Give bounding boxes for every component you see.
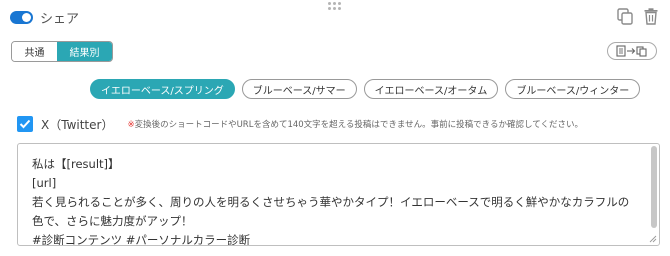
result-tabs: イエローベース/スプリング ブルーベース/サマー イエローベース/オータム ブル… [90, 79, 641, 99]
segment-by-result[interactable]: 結果別 [57, 42, 112, 61]
note-mark: ※ [127, 120, 135, 130]
sns-note: ※変換後のショートコードやURLを含めて140文字を超える投稿はできません。事前… [127, 118, 583, 130]
x-twitter-checkbox[interactable] [17, 116, 33, 132]
resize-grip-icon[interactable] [649, 235, 657, 243]
scrollbar[interactable] [651, 146, 657, 228]
copy-icon[interactable] [616, 7, 634, 25]
sns-row: X（Twitter） ※変換後のショートコードやURLを含めて140文字を超える… [17, 115, 583, 133]
share-header: シェア [10, 8, 80, 27]
segment-common[interactable]: 共通 [12, 42, 57, 61]
share-text[interactable]: 私は【[result]】 [url] 若く見られることが多く、周りの人を明るくさ… [18, 144, 643, 245]
mode-switch: 共通 結果別 [11, 41, 113, 62]
block-actions [616, 7, 660, 25]
tab-blue-summer[interactable]: ブルーベース/サマー [241, 79, 357, 99]
sns-label: X（Twitter） [41, 117, 114, 132]
share-title: シェア [40, 11, 80, 27]
tab-yellow-autumn[interactable]: イエローベース/オータム [363, 79, 499, 99]
tab-blue-winter[interactable]: ブルーベース/ウィンター [505, 79, 641, 99]
import-button[interactable] [607, 42, 657, 60]
drag-handle-icon[interactable] [328, 2, 342, 10]
trash-icon[interactable] [642, 7, 660, 25]
share-text-area[interactable]: 私は【[result]】 [url] 若く見られることが多く、周りの人を明るくさ… [17, 143, 660, 246]
checkmark-icon [19, 119, 31, 129]
share-toggle[interactable] [10, 10, 33, 24]
copy-from-icon [616, 45, 647, 57]
tab-yellow-spring[interactable]: イエローベース/スプリング [90, 79, 235, 99]
note-text: 変換後のショートコードやURLを含めて140文字を超える投稿はできません。事前に… [134, 120, 583, 130]
